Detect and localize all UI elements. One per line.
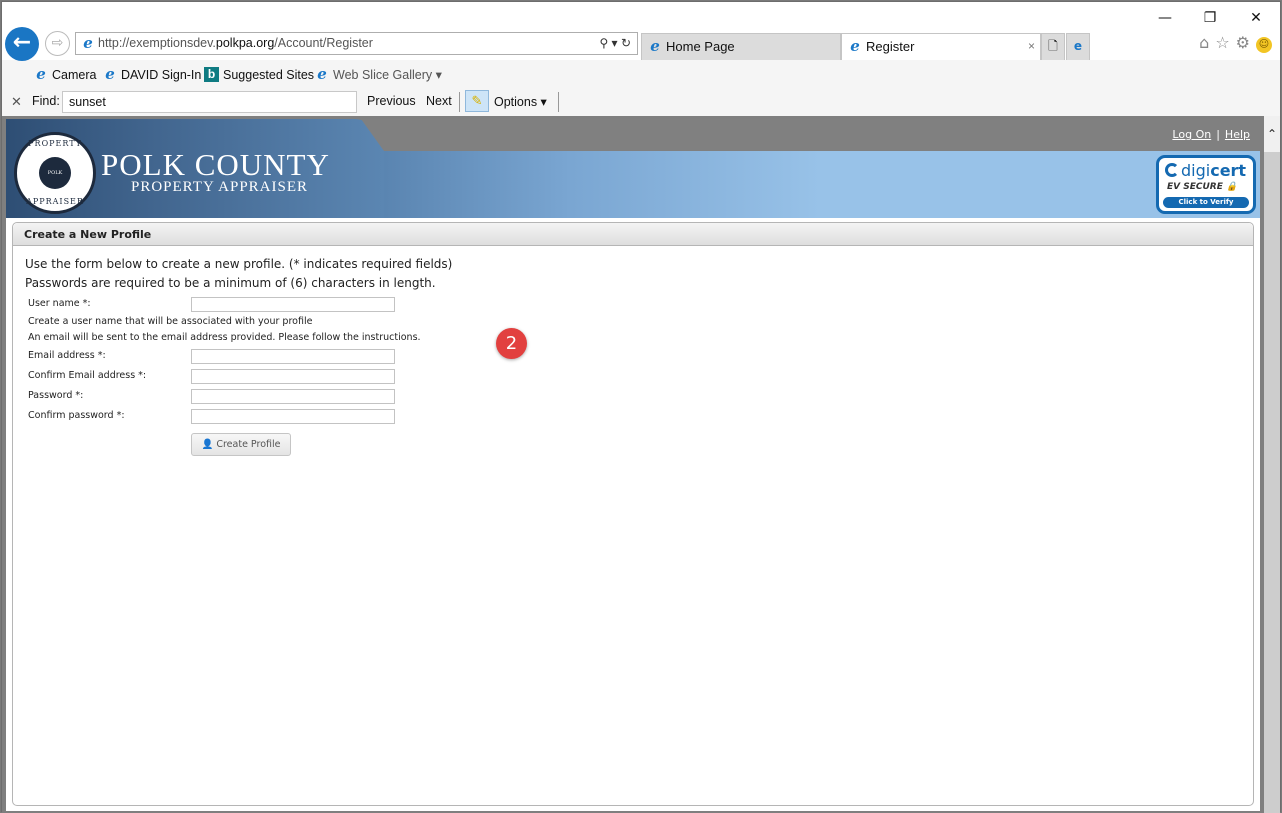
- header-links: Log On | Help: [1172, 128, 1250, 141]
- highlight-button[interactable]: ✎: [465, 90, 489, 112]
- digicert-brand-b: cert: [1210, 161, 1247, 180]
- main-content: Create a New Profile Use the form below …: [6, 218, 1260, 811]
- navigation-bar: ← ⇨ e http://exemptionsdev.polkpa.org/Ac…: [2, 27, 1280, 61]
- settings-gear-icon[interactable]: ⚙: [1236, 33, 1256, 52]
- favorites-bar: e Camera e DAVID Sign-In b Suggested Sites …: [2, 62, 1280, 88]
- email-hint: An email will be sent to the email addre…: [28, 332, 421, 343]
- tab-label: Register: [866, 39, 915, 54]
- bing-icon: b: [204, 67, 219, 82]
- url-domain: polkpa.org: [215, 36, 275, 50]
- back-button[interactable]: ←: [5, 27, 39, 61]
- click-to-verify-button[interactable]: Click to Verify: [1163, 197, 1249, 208]
- seal-center: POLK COUNTY: [39, 157, 71, 208]
- url-prefix: http://exemptionsdev.: [98, 36, 216, 50]
- email-input[interactable]: [191, 349, 395, 364]
- confirm-email-input[interactable]: [191, 369, 395, 384]
- create-profile-panel: Create a New Profile Use the form below …: [12, 222, 1254, 806]
- restore-button[interactable]: ❐: [1195, 8, 1225, 28]
- find-close-icon[interactable]: ✕: [11, 94, 22, 110]
- confirm-email-label: Confirm Email address *:: [28, 370, 147, 381]
- favorite-suggested-sites[interactable]: b Suggested Sites: [204, 66, 314, 84]
- browser-window: — ❐ ✕ ← ⇨ e http://exemptionsdev.polkpa.…: [1, 1, 1281, 813]
- find-label: Find:: [32, 94, 60, 108]
- tab-label: Home Page: [666, 39, 735, 54]
- property-appraiser-seal-logo[interactable]: PROPERTY POLK COUNTY APPRAISER: [14, 132, 96, 214]
- tab-close-icon[interactable]: ×: [1028, 34, 1035, 59]
- site-title: POLK COUNTY: [101, 147, 330, 182]
- feedback-smiley-icon[interactable]: ☺: [1256, 37, 1272, 53]
- find-previous-button[interactable]: Previous: [367, 94, 416, 108]
- password-requirement-text: Passwords are required to be a minimum o…: [25, 276, 436, 290]
- favorite-label: DAVID Sign-In: [121, 68, 202, 82]
- highlighter-pen-icon: ✎: [471, 93, 483, 108]
- title-bar: — ❐ ✕: [2, 2, 1280, 32]
- digicert-brand-a: digi: [1181, 161, 1211, 180]
- digicert-ring-icon: [1165, 163, 1179, 177]
- find-bar: ✕ Find: Previous Next ✎ Options ▾: [2, 88, 1280, 116]
- digicert-seal[interactable]: digicert EV SECURE 🔒 Click to Verify: [1156, 155, 1256, 214]
- ie-icon: e: [83, 34, 93, 52]
- divider: [459, 92, 460, 112]
- ev-secure-label: EV SECURE 🔒: [1167, 182, 1238, 192]
- log-on-link[interactable]: Log On: [1172, 128, 1211, 141]
- link-separator: |: [1216, 128, 1220, 141]
- find-options-button[interactable]: Options ▾: [494, 94, 547, 109]
- username-label: User name *:: [28, 298, 91, 309]
- seal-text-bottom: APPRAISER: [26, 197, 84, 206]
- url-path: /Account/Register: [274, 36, 373, 50]
- minimize-button[interactable]: —: [1150, 8, 1180, 28]
- home-icon[interactable]: ⌂: [1199, 33, 1215, 52]
- digicert-logo: digicert: [1165, 161, 1246, 180]
- find-input[interactable]: [62, 91, 357, 113]
- search-dropdown-icon[interactable]: ⚲ ▾: [599, 36, 617, 50]
- tab-home-page[interactable]: e Home Page: [641, 33, 841, 60]
- back-arrow-icon: ←: [12, 30, 32, 55]
- panel-title: Create a New Profile: [13, 223, 1253, 246]
- refresh-icon[interactable]: ↻: [621, 36, 631, 50]
- favorite-camera[interactable]: e Camera: [33, 66, 96, 84]
- confirm-password-label: Confirm password *:: [28, 410, 125, 421]
- favorite-label: Camera: [52, 68, 97, 82]
- favorite-label: Web Slice Gallery ▾: [333, 68, 442, 82]
- vertical-scrollbar[interactable]: ⌃: [1264, 116, 1280, 813]
- address-tools: ⚲ ▾ ↻: [599, 33, 631, 54]
- find-next-button[interactable]: Next: [426, 94, 452, 108]
- username-hint: Create a user name that will be associat…: [28, 316, 313, 327]
- site-subtitle: PROPERTY APPRAISER: [131, 179, 309, 195]
- address-bar[interactable]: e http://exemptionsdev.polkpa.org/Accoun…: [75, 32, 638, 55]
- email-label: Email address *:: [28, 350, 106, 361]
- page-viewport: PROPERTY POLK COUNTY APPRAISER POLK COUN…: [2, 116, 1264, 813]
- create-profile-button[interactable]: 👤 Create Profile: [191, 433, 291, 456]
- username-input[interactable]: [191, 297, 395, 312]
- favorite-label: Suggested Sites: [223, 68, 315, 82]
- forward-button[interactable]: ⇨: [45, 31, 70, 56]
- favorite-web-slice-gallery[interactable]: e Web Slice Gallery ▾: [314, 66, 442, 84]
- forward-arrow-icon: ⇨: [51, 35, 64, 51]
- intro-text: Use the form below to create a new profi…: [25, 257, 453, 271]
- new-tab-button[interactable]: 🗋: [1041, 33, 1065, 60]
- password-input[interactable]: [191, 389, 395, 404]
- new-tab-icon: 🗋: [1048, 39, 1058, 53]
- close-window-button[interactable]: ✕: [1241, 8, 1271, 28]
- tab-register[interactable]: e Register ×: [841, 33, 1041, 60]
- password-label: Password *:: [28, 390, 84, 401]
- help-link[interactable]: Help: [1225, 128, 1250, 141]
- favorite-david-sign-in[interactable]: e DAVID Sign-In: [102, 66, 201, 84]
- annotation-step-badge: 2: [496, 328, 527, 359]
- browser-chrome: — ❐ ✕ ← ⇨ e http://exemptionsdev.polkpa.…: [2, 2, 1280, 116]
- ie-icon: e: [36, 65, 46, 83]
- edge-button[interactable]: e: [1066, 33, 1090, 60]
- ie-icon: e: [650, 37, 660, 55]
- ie-icon: e: [850, 37, 860, 55]
- seal-text-top: PROPERTY: [28, 139, 82, 148]
- ie-icon: e: [317, 65, 327, 83]
- toolbar-icons: ⌂☆⚙ ☺: [1199, 33, 1272, 53]
- favorites-star-icon[interactable]: ☆: [1215, 33, 1235, 52]
- site-banner: PROPERTY POLK COUNTY APPRAISER POLK COUN…: [6, 119, 1260, 218]
- scroll-up-arrow-icon[interactable]: ⌃: [1264, 116, 1280, 152]
- edge-icon: e: [1073, 39, 1083, 53]
- ie-icon: e: [105, 65, 115, 83]
- divider: [558, 92, 559, 112]
- confirm-password-input[interactable]: [191, 409, 395, 424]
